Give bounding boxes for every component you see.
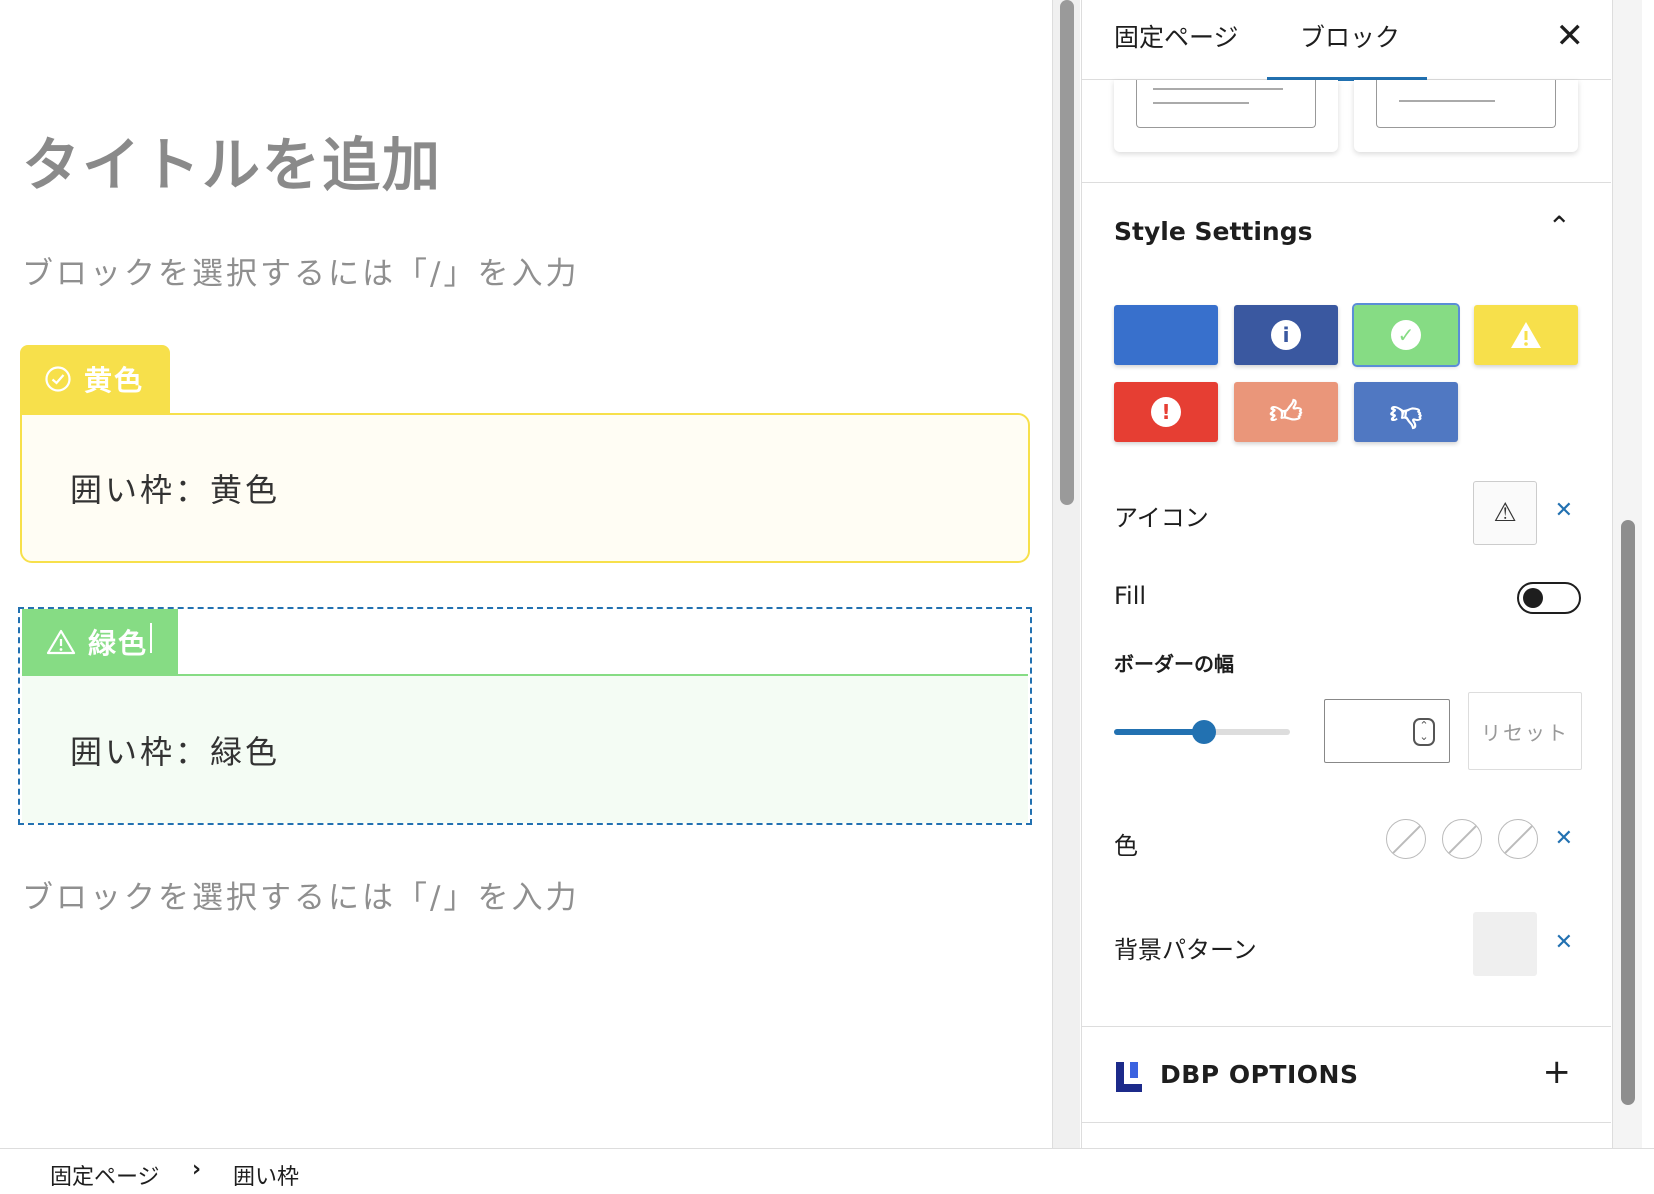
frame-box-yellow[interactable]: 黄色 囲い枠：黄色 <box>20 345 1030 563</box>
block-style-preview[interactable] <box>1354 80 1578 152</box>
sidebar-scrollbar[interactable] <box>1612 0 1642 1148</box>
style-swatch-good[interactable]: 👍︎ <box>1234 382 1338 442</box>
divider <box>1082 1026 1611 1027</box>
frame-box-tab-label[interactable]: 黄色 <box>84 359 144 399</box>
bg-pattern-picker[interactable] <box>1473 912 1537 976</box>
color-swatch-empty[interactable] <box>1442 819 1482 859</box>
dbp-logo-icon <box>1116 1062 1142 1092</box>
chevron-up-icon[interactable]: ⌃ <box>1548 210 1571 243</box>
editor-canvas: タイトルを追加 ブロックを選択するには「/」を入力 黄色 囲い枠：黄色 緑色 囲… <box>0 0 1052 1148</box>
tab-block[interactable]: ブロック <box>1300 18 1400 54</box>
warning-icon: ⚠ <box>1493 498 1517 528</box>
editor-scrollbar[interactable] <box>1052 0 1080 1148</box>
frame-box-tab[interactable]: 緑色 <box>22 609 179 674</box>
close-icon[interactable]: ✕ <box>1556 16 1585 56</box>
style-settings-title[interactable]: Style Settings <box>1114 217 1313 246</box>
slider-handle[interactable] <box>1192 720 1216 744</box>
reset-button[interactable]: リセット <box>1468 692 1582 770</box>
color-label: 色 <box>1114 832 1138 860</box>
warning-icon <box>1511 322 1541 348</box>
breadcrumb-item-block[interactable]: 囲い枠 <box>233 1159 299 1191</box>
style-swatch-warning[interactable] <box>1474 305 1578 365</box>
tab-page[interactable]: 固定ページ <box>1114 18 1239 54</box>
style-swatch-info[interactable]: i <box>1234 305 1338 365</box>
clear-color-button[interactable]: ✕ <box>1555 826 1573 851</box>
block-placeholder[interactable]: ブロックを選択するには「/」を入力 <box>22 872 579 917</box>
fill-toggle[interactable] <box>1517 582 1581 614</box>
block-style-preview[interactable] <box>1114 80 1338 152</box>
settings-sidebar: 固定ページ ブロック ✕ Style Settings ⌃ i ✓ ! 👍︎ 👎… <box>1081 0 1611 1148</box>
color-swatch-empty[interactable] <box>1498 819 1538 859</box>
border-width-slider[interactable] <box>1114 720 1290 744</box>
spinner-icon[interactable]: ⌃ ⌄ <box>1413 718 1435 746</box>
info-icon: i <box>1271 320 1301 350</box>
sidebar-tabs: 固定ページ ブロック ✕ <box>1082 0 1611 81</box>
check-icon: ✓ <box>1391 320 1421 350</box>
check-circle-icon <box>45 366 71 392</box>
style-swatch-blue[interactable] <box>1114 305 1218 365</box>
bg-pattern-label: 背景パターン <box>1114 936 1257 964</box>
dbp-options-title[interactable]: DBP OPTIONS <box>1160 1060 1358 1089</box>
slider-fill <box>1114 729 1202 735</box>
block-placeholder[interactable]: ブロックを選択するには「/」を入力 <box>22 248 579 293</box>
breadcrumb: 固定ページ › 囲い枠 <box>0 1148 1654 1194</box>
divider <box>1082 1122 1611 1123</box>
clear-bg-pattern-button[interactable]: ✕ <box>1555 930 1573 955</box>
thumbs-down-icon: 👎︎ <box>1389 392 1423 431</box>
style-swatch-alert[interactable]: ! <box>1114 382 1218 442</box>
style-swatch-bad[interactable]: 👎︎ <box>1354 382 1458 442</box>
text-caret <box>150 622 153 653</box>
border-width-input[interactable]: ⌃ ⌄ <box>1324 699 1450 763</box>
divider <box>1082 182 1611 183</box>
border-width-label: ボーダーの幅 <box>1114 652 1234 676</box>
style-swatch-success[interactable]: ✓ <box>1352 303 1460 367</box>
block-style-previews <box>1114 80 1582 152</box>
color-swatch-empty[interactable] <box>1386 819 1426 859</box>
toggle-knob <box>1523 588 1543 608</box>
frame-box-content[interactable]: 囲い枠：緑色 <box>22 676 1028 823</box>
frame-box-tab[interactable]: 黄色 <box>20 345 171 413</box>
editor-scrollbar-thumb[interactable] <box>1060 0 1074 505</box>
exclamation-icon: ! <box>1151 397 1181 427</box>
chevron-right-icon: › <box>192 1157 202 1182</box>
plus-icon[interactable]: + <box>1543 1052 1572 1092</box>
breadcrumb-item-page[interactable]: 固定ページ <box>50 1159 160 1191</box>
warning-icon <box>46 629 76 654</box>
post-title-placeholder[interactable]: タイトルを追加 <box>22 118 442 202</box>
icon-picker-button[interactable]: ⚠ <box>1473 481 1537 545</box>
clear-icon-button[interactable]: ✕ <box>1555 498 1573 523</box>
fill-label: Fill <box>1114 582 1147 610</box>
frame-box-tab-label[interactable]: 緑色 <box>88 622 153 662</box>
frame-box-content[interactable]: 囲い枠：黄色 <box>20 413 1030 563</box>
icon-label: アイコン <box>1114 504 1209 532</box>
frame-box-green[interactable]: 緑色 囲い枠：緑色 <box>18 607 1032 825</box>
sidebar-scrollbar-thumb[interactable] <box>1621 520 1635 1105</box>
thumbs-up-icon: 👍︎ <box>1269 392 1303 431</box>
